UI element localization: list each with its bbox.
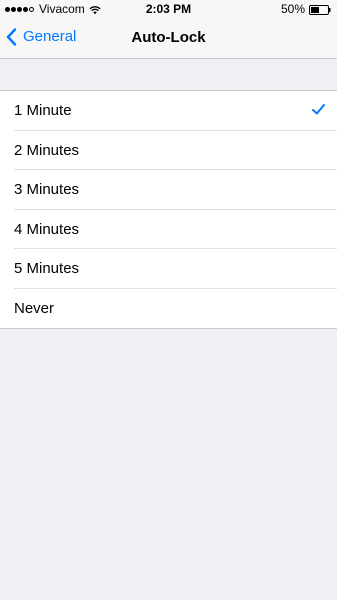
option-4-minutes[interactable]: 4 Minutes [0,210,337,250]
option-5-minutes[interactable]: 5 Minutes [0,249,337,289]
battery-icon [309,4,331,15]
option-label: 2 Minutes [14,141,80,159]
option-label: 3 Minutes [14,181,80,198]
option-never[interactable]: Never [0,289,337,329]
navigation-bar: General Auto-Lock [0,20,337,59]
battery-percent: 50% [280,2,305,16]
option-label: 4 Minutes [14,220,80,238]
option-label: 5 Minutes [14,260,80,277]
page-title: Auto-Lock [131,29,206,46]
battery-group: 50% [281,3,331,16]
option-1-minute[interactable]: 1 Minute [0,91,337,131]
auto-lock-options-list: 1 Minute 2 Minutes 3 Minutes 4 Minutes 5… [0,90,337,329]
battery-fill [311,6,319,13]
option-label: 1 Minute [14,102,72,119]
checkmark-icon [312,104,325,115]
option-3-minutes[interactable]: 3 Minutes [0,170,337,210]
option-label: Never [14,299,55,317]
status-bar: Vivacom 2:03 PM 50% [0,0,337,20]
option-2-minutes[interactable]: 2 Minutes [0,131,337,171]
